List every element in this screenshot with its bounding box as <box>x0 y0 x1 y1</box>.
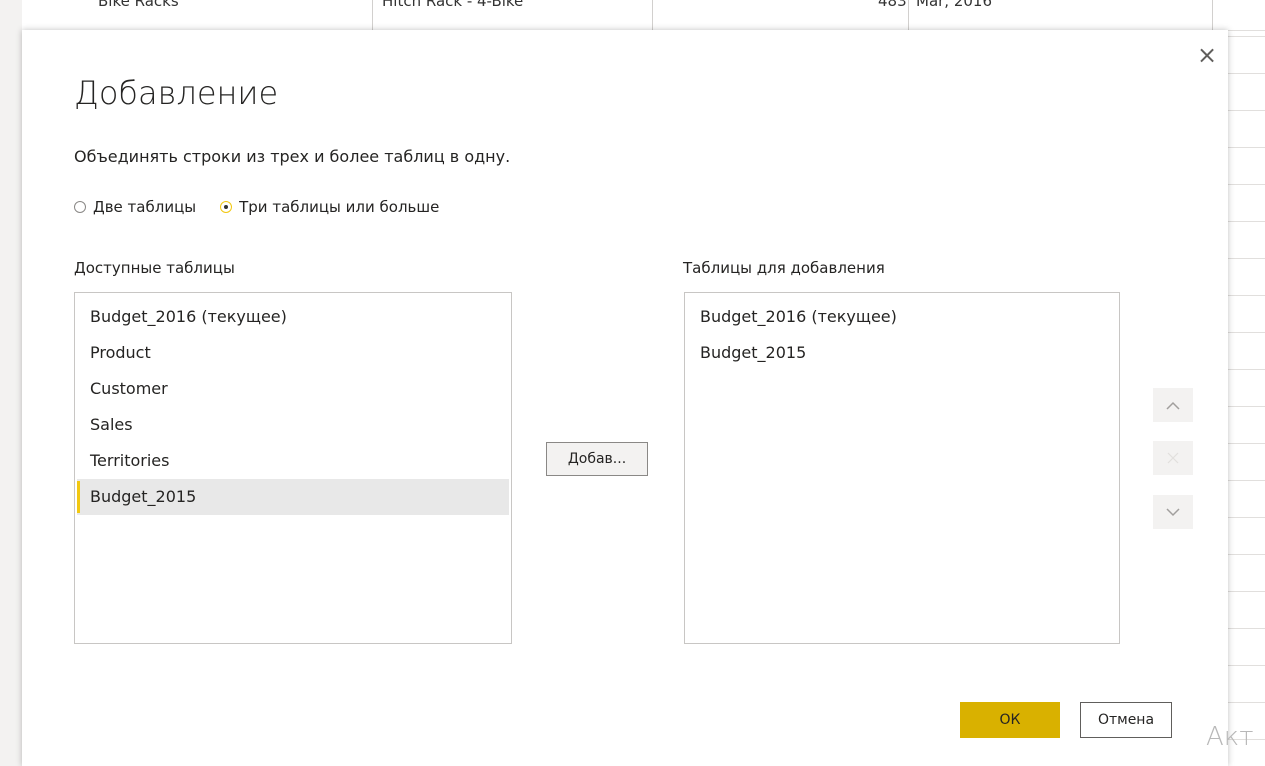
close-icon[interactable]: × <box>1192 40 1222 70</box>
append-dialog: × Добавление Объединять строки из трех и… <box>22 30 1228 766</box>
background-divider <box>652 0 653 30</box>
chevron-up-icon <box>1166 401 1180 410</box>
available-tables-label: Доступные таблицы <box>74 259 235 277</box>
list-item[interactable]: Budget_2016 (текущее) <box>687 299 1117 335</box>
list-item[interactable]: Product <box>77 335 509 371</box>
list-item[interactable]: Budget_2015 <box>687 335 1117 371</box>
list-item[interactable]: Budget_2016 (текущее) <box>77 299 509 335</box>
cancel-button[interactable]: Отмена <box>1080 702 1172 738</box>
radio-two-tables[interactable]: Две таблицы <box>74 198 196 216</box>
background-cell-value: 483 <box>878 0 907 10</box>
background-cell-category: Bike Racks <box>98 0 179 10</box>
list-item[interactable]: Territories <box>77 443 509 479</box>
radio-label: Три таблицы или больше <box>239 198 440 216</box>
dialog-description: Объединять строки из трех и более таблиц… <box>74 147 511 166</box>
radio-unchecked-icon <box>74 201 86 213</box>
background-divider <box>372 0 373 30</box>
activation-watermark: Акт <box>1206 722 1254 752</box>
chevron-down-icon <box>1166 507 1180 516</box>
list-item-selected[interactable]: Budget_2015 <box>77 479 509 515</box>
radio-checked-icon <box>220 201 233 213</box>
background-divider <box>1212 0 1213 30</box>
row-header-column <box>0 0 23 766</box>
add-button[interactable]: Добав... <box>546 442 648 476</box>
append-tables-label: Таблицы для добавления <box>683 259 885 277</box>
mode-radio-group: Две таблицы Три таблицы или больше <box>74 198 463 216</box>
append-tables-list[interactable]: Budget_2016 (текущее) Budget_2015 <box>684 292 1120 644</box>
background-cell-product: Hitch Rack - 4-Bike <box>382 0 524 10</box>
list-item[interactable]: Customer <box>77 371 509 407</box>
radio-label: Две таблицы <box>93 198 197 216</box>
ok-button[interactable]: ОК <box>960 702 1060 738</box>
available-tables-list[interactable]: Budget_2016 (текущее) Product Customer S… <box>74 292 512 644</box>
background-table-row: Bike Racks Hitch Rack - 4-Bike 483 Mar, … <box>22 0 1265 31</box>
list-item[interactable]: Sales <box>77 407 509 443</box>
remove-icon <box>1167 452 1179 464</box>
remove-button[interactable] <box>1153 441 1193 475</box>
radio-three-or-more-tables[interactable]: Три таблицы или больше <box>220 198 439 216</box>
dialog-title: Добавление <box>74 74 279 112</box>
background-cell-date: Mar, 2016 <box>916 0 993 10</box>
move-down-button[interactable] <box>1153 495 1193 529</box>
background-divider <box>908 0 909 30</box>
move-up-button[interactable] <box>1153 388 1193 422</box>
